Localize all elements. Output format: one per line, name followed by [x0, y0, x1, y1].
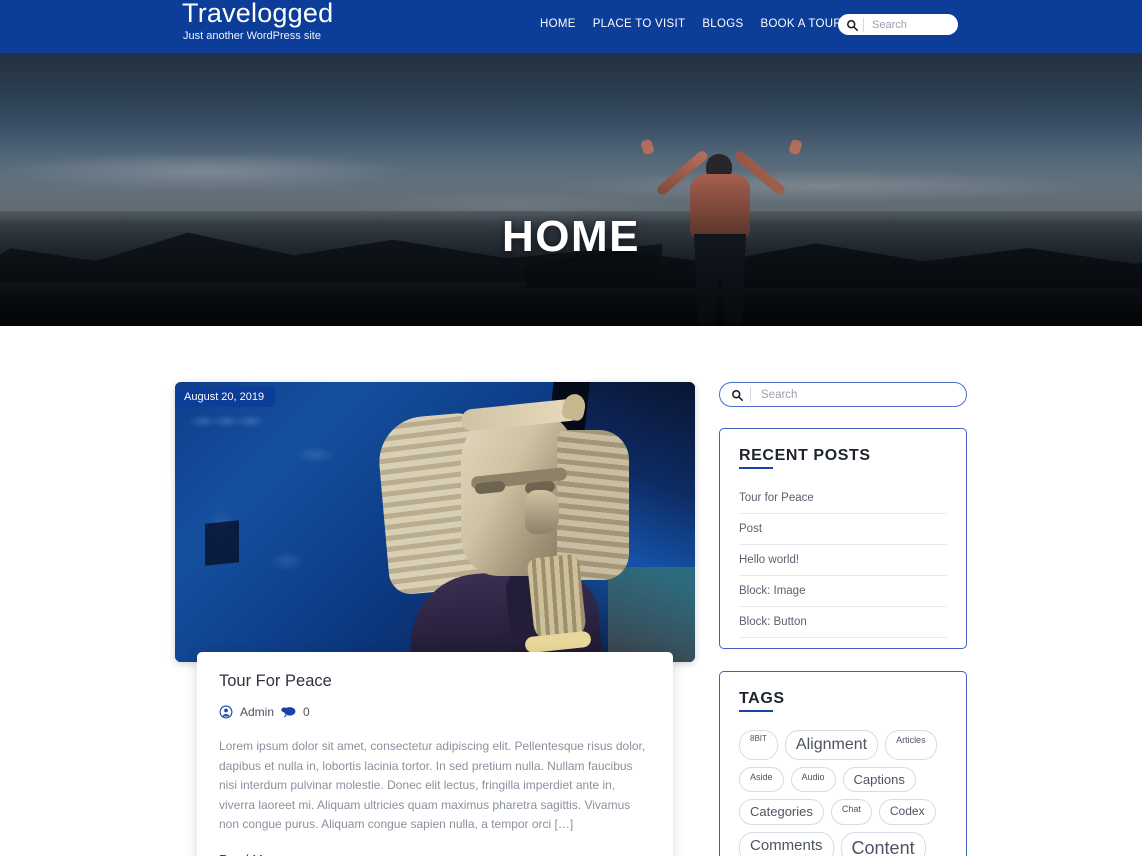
hero-overlay — [0, 53, 1142, 326]
post-author[interactable]: Admin — [240, 705, 274, 719]
post-featured-image[interactable]: August 20, 2019 — [175, 382, 695, 662]
tag-item[interactable]: Articles — [885, 730, 937, 760]
sidebar-search[interactable] — [719, 382, 967, 407]
tag-cloud: 8BIT Alignment Articles Aside Audio Captions C… — [739, 730, 947, 856]
comment-bubble-icon — [281, 706, 296, 719]
nav-item-blogs[interactable]: BLOGS — [702, 18, 743, 30]
post-body: Tour For Peace Admin 0 Lorem ipsum dolor… — [197, 652, 673, 856]
tag-item[interactable]: Content — [840, 831, 926, 856]
site-title[interactable]: Travelogged — [182, 0, 333, 28]
list-item[interactable]: Post — [739, 514, 947, 545]
nav-item-book-a-tour[interactable]: BOOK A TOUR — [760, 18, 842, 30]
hero-banner: HOME — [0, 53, 1142, 326]
page-title: HOME — [502, 212, 640, 261]
site-header: Travelogged Just another WordPress site … — [0, 0, 1142, 53]
post-meta: Admin 0 — [219, 705, 651, 719]
search-icon[interactable] — [845, 18, 859, 32]
sidebar-search-input[interactable] — [759, 387, 939, 402]
nav-item-place-to-visit[interactable]: PLACE TO VISIT — [593, 18, 686, 30]
header-search[interactable] — [838, 14, 958, 35]
list-item[interactable]: Tour for Peace — [739, 483, 947, 514]
search-divider — [750, 387, 751, 402]
tag-item[interactable]: Comments — [739, 831, 834, 856]
post-excerpt: Lorem ipsum dolor sit amet, consectetur … — [219, 739, 646, 831]
post-title[interactable]: Tour For Peace — [219, 672, 651, 691]
header-search-input[interactable] — [870, 17, 954, 32]
user-circle-icon — [219, 705, 233, 719]
tag-item[interactable]: Aside — [739, 766, 784, 793]
statue-illustration — [375, 390, 675, 662]
tag-item[interactable]: Chat — [830, 799, 872, 825]
primary-navigation: HOME PLACE TO VISIT BLOGS BOOK A TOUR — [540, 18, 842, 30]
tag-item[interactable]: Categories — [739, 799, 824, 825]
post-comment-count[interactable]: 0 — [303, 705, 310, 719]
post-card: August 20, 2019 Tour For Peace Admin 0 L… — [175, 382, 695, 856]
tag-item[interactable]: Audio — [790, 766, 836, 793]
nav-item-home[interactable]: HOME — [540, 18, 576, 30]
post-date-badge: August 20, 2019 — [175, 387, 276, 407]
read-more-link[interactable]: Read More » — [219, 853, 293, 856]
widget-recent-posts: RECENT POSTS Tour for Peace Post Hello w… — [719, 428, 967, 649]
tags-heading: TAGS — [739, 690, 785, 712]
site-branding[interactable]: Travelogged Just another WordPress site — [182, 0, 333, 43]
list-item[interactable]: Block: Image — [739, 576, 947, 607]
tag-item[interactable]: Captions — [842, 766, 916, 793]
site-tagline: Just another WordPress site — [183, 30, 321, 42]
double-chevron-right-icon: » — [286, 853, 293, 856]
sidebar: RECENT POSTS Tour for Peace Post Hello w… — [719, 382, 967, 856]
search-divider — [863, 17, 864, 32]
recent-posts-heading: RECENT POSTS — [739, 447, 871, 469]
main-content: August 20, 2019 Tour For Peace Admin 0 L… — [0, 326, 1142, 856]
list-item[interactable]: Block: Button — [739, 607, 947, 638]
list-item[interactable]: Hello world! — [739, 545, 947, 576]
tag-item[interactable]: 8BIT — [739, 730, 778, 760]
tag-item[interactable]: Alignment — [784, 730, 879, 760]
tag-item[interactable]: Codex — [878, 799, 936, 825]
recent-posts-list: Tour for Peace Post Hello world! Block: … — [739, 483, 947, 638]
widget-tags: TAGS 8BIT Alignment Articles Aside Audio Capt… — [719, 671, 967, 856]
search-icon[interactable] — [730, 388, 744, 402]
